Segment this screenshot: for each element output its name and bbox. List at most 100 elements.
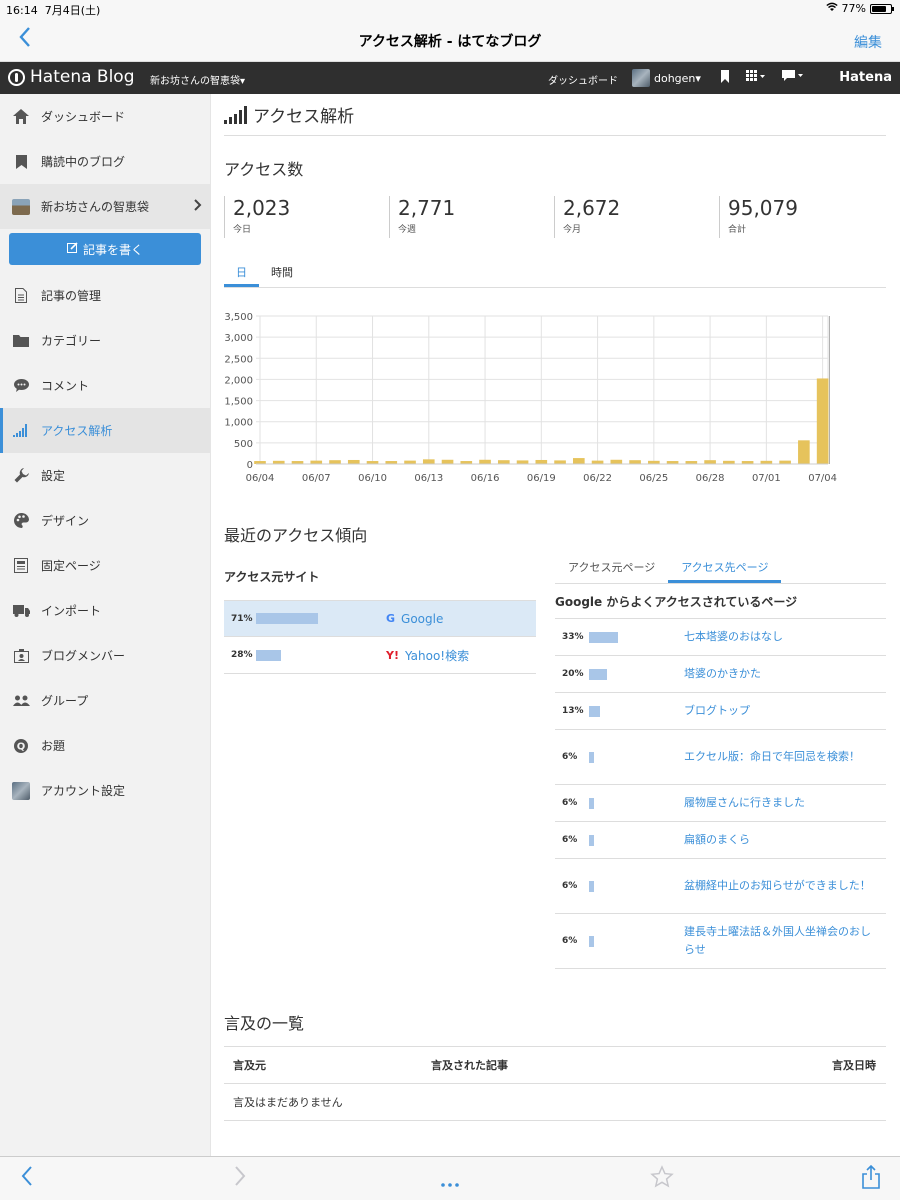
sidebar-item-label: ダッシュボード [41, 110, 126, 124]
sidebar-item-label: 記事の管理 [41, 289, 102, 303]
sidebar-item-entries[interactable]: 記事の管理 [0, 273, 210, 318]
destination-link[interactable]: 建長寺土曜法話＆外国人坐禅会のおしらせ [684, 923, 879, 959]
x-tick-label: 06/04 [246, 473, 275, 484]
destination-link[interactable]: 七本塔婆のおはなし [684, 628, 879, 646]
edit-button[interactable]: 編集 [854, 32, 882, 52]
destination-row[interactable]: 20% 塔婆のかきかた [555, 656, 886, 693]
destination-link[interactable]: 扁額のまくら [684, 831, 879, 849]
page-icon [12, 557, 30, 575]
col-article: 言及された記事 [431, 1059, 508, 1072]
svg-text:Q: Q [17, 741, 26, 752]
destination-row[interactable]: 6% 扁額のまくら [555, 822, 886, 859]
write-post-button[interactable]: 記事を書く [9, 233, 201, 265]
user-menu[interactable]: dohgen▾ [632, 69, 701, 87]
y-tick-label: 0 [247, 460, 253, 471]
x-tick-label: 06/07 [302, 473, 331, 484]
bookmark-icon[interactable] [720, 70, 730, 87]
sidebar-item-comments[interactable]: コメント [0, 363, 210, 408]
sidebar-item-members[interactable]: ブログメンバー [0, 633, 210, 678]
battery-icon [870, 3, 894, 14]
back-icon[interactable] [20, 1165, 34, 1193]
chevron-right-icon [194, 198, 202, 215]
destination-bar [589, 935, 594, 947]
x-tick-label: 06/22 [583, 473, 612, 484]
share-icon[interactable] [862, 1164, 880, 1195]
sidebar-item-settings[interactable]: 設定 [0, 453, 210, 498]
section-title: アクセス解析 [224, 94, 886, 136]
tab-hour[interactable]: 時間 [259, 262, 305, 287]
y-tick-label: 3,500 [224, 312, 253, 323]
destination-percent: 6% [562, 752, 578, 762]
destination-link[interactable]: 履物屋さんに行きました [684, 794, 879, 812]
sidebar-item-design[interactable]: デザイン [0, 498, 210, 543]
tab-day[interactable]: 日 [224, 262, 259, 287]
sidebar-item-label: ブログメンバー [41, 649, 126, 663]
sidebar-item-import[interactable]: インポート [0, 588, 210, 633]
chart-bar [329, 460, 341, 464]
sidebar-item-static-pages[interactable]: 固定ページ [0, 543, 210, 588]
source-name[interactable]: G Google [386, 612, 443, 626]
bookmark-icon [12, 153, 30, 171]
destination-percent: 6% [562, 798, 578, 808]
edit-icon [66, 242, 78, 256]
star-icon[interactable] [650, 1165, 674, 1195]
destination-percent: 6% [562, 936, 578, 946]
destination-row[interactable]: 13% ブログトップ [555, 693, 886, 730]
destination-bar [589, 797, 594, 809]
dashboard-link[interactable]: ダッシュボード [548, 72, 618, 87]
source-row[interactable]: 28% Y! Yahoo!検索 [224, 637, 536, 674]
destination-row[interactable]: 33% 七本塔婆のおはなし [555, 619, 886, 656]
sidebar-item-category[interactable]: カテゴリー [0, 318, 210, 363]
source-name[interactable]: Y! Yahoo!検索 [386, 647, 469, 664]
write-post-label: 記事を書く [82, 242, 143, 257]
y-tick-label: 2,000 [224, 375, 253, 386]
mention-empty-row: 言及はまだありません [224, 1084, 886, 1121]
stat-value: 95,079 [728, 196, 798, 220]
truck-icon [12, 602, 30, 620]
x-tick-label: 07/01 [752, 473, 781, 484]
stat-label: 今日 [233, 225, 252, 235]
hatena-brand[interactable]: Hatena [839, 70, 892, 85]
bottom-toolbar [0, 1156, 900, 1200]
destination-link[interactable]: 盆棚経中止のお知らせができました！ [684, 877, 879, 895]
source-row[interactable]: 71% G Google [224, 600, 536, 637]
sources-heading: アクセス元サイト [224, 570, 320, 584]
source-name-text: Yahoo!検索 [404, 648, 470, 663]
tab-destination-pages[interactable]: アクセス先ページ [668, 556, 782, 583]
destination-bar [589, 834, 594, 846]
tab-source-pages[interactable]: アクセス元ページ [555, 556, 668, 583]
more-icon[interactable] [440, 1169, 460, 1194]
sidebar-item-subscriptions[interactable]: 購読中のブログ [0, 139, 210, 184]
x-tick-label: 06/13 [414, 473, 443, 484]
sidebar-item-blog[interactable]: 新お坊さんの智恵袋 [0, 184, 210, 229]
folder-icon [12, 332, 30, 350]
destination-row[interactable]: 6% 履物屋さんに行きました [555, 785, 886, 822]
hatena-blog-logo[interactable]: Hatena Blog [8, 67, 135, 87]
forward-icon[interactable] [233, 1165, 247, 1193]
destination-row[interactable]: 6% 建長寺土曜法話＆外国人坐禅会のおしらせ [555, 914, 886, 969]
sidebar-item-topics[interactable]: Q お題 [0, 723, 210, 768]
destination-link[interactable]: エクセル版：命日で年回忌を検索！ [684, 748, 879, 766]
home-icon [12, 108, 30, 126]
destination-link[interactable]: 塔婆のかきかた [684, 665, 879, 683]
apps-grid-icon[interactable] [746, 70, 766, 87]
chart-bar [610, 459, 623, 464]
destination-row[interactable]: 6% 盆棚経中止のお知らせができました！ [555, 859, 886, 914]
chart-bar [310, 460, 323, 464]
sidebar-item-account[interactable]: アカウント設定 [0, 768, 210, 813]
chart-bar [573, 458, 585, 464]
avatar [12, 781, 30, 800]
blog-selector[interactable]: 新お坊さんの智恵袋▾ [150, 72, 245, 87]
notification-icon[interactable] [782, 70, 804, 87]
x-tick-label: 06/19 [527, 473, 556, 484]
chart-bar [347, 459, 360, 464]
sidebar-item-group[interactable]: グループ [0, 678, 210, 723]
wifi-icon [825, 2, 838, 15]
destination-link[interactable]: ブログトップ [684, 702, 879, 720]
sidebar-item-access-analysis[interactable]: アクセス解析 [0, 408, 210, 453]
sidebar-item-dashboard[interactable]: ダッシュボード [0, 94, 210, 139]
x-tick-label: 06/25 [639, 473, 668, 484]
destination-row[interactable]: 6% エクセル版：命日で年回忌を検索！ [555, 730, 886, 785]
stat-label: 合計 [728, 225, 747, 235]
sidebar: ダッシュボード 購読中のブログ 新お坊さんの智恵袋 記事を書く 記事の管理 カテ… [0, 94, 211, 1156]
